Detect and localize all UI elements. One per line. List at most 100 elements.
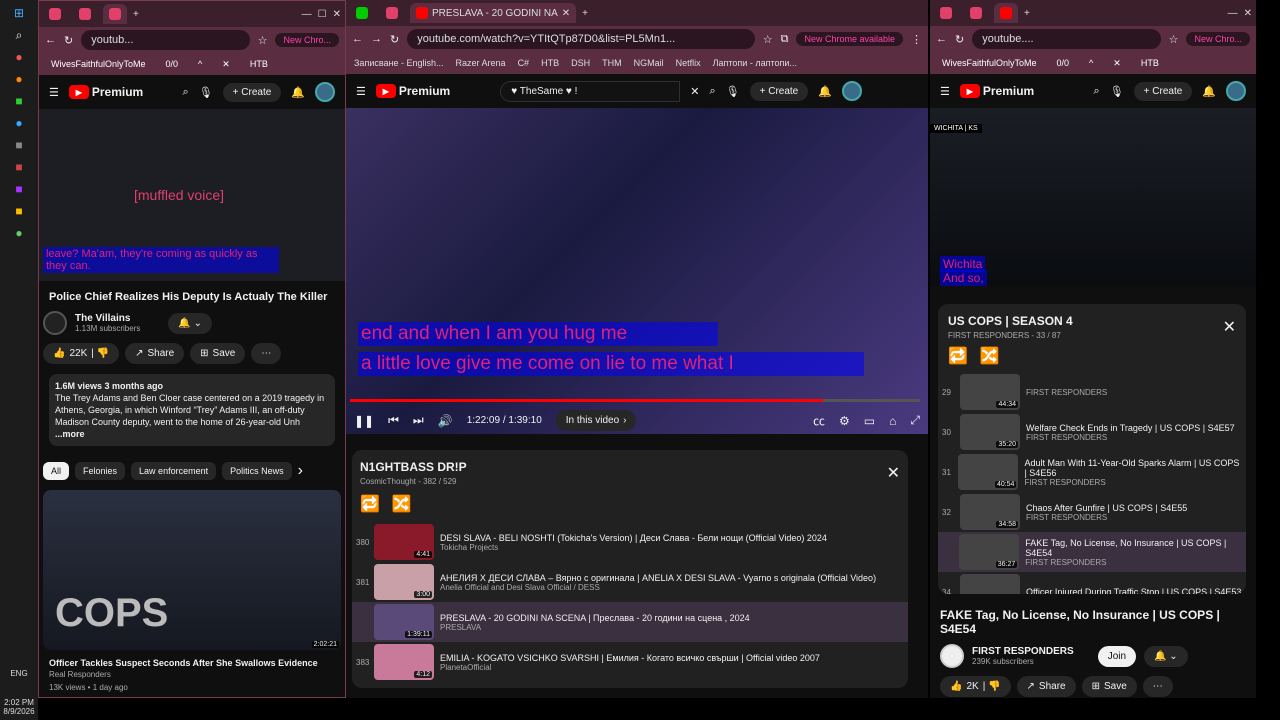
youtube-logo[interactable]: ▶ Premium bbox=[959, 84, 1034, 98]
bookmark[interactable]: Лаптопи - лаптопи... bbox=[713, 58, 797, 68]
avatar[interactable] bbox=[841, 81, 862, 101]
back-icon[interactable]: ← bbox=[352, 33, 363, 45]
playlist-item[interactable]: 1:39:11 PRESLAVA - 20 GODINI NA SCENA | П… bbox=[352, 602, 908, 642]
playlist-item[interactable]: 29 44:34 FIRST RESPONDERS bbox=[938, 372, 1246, 412]
search-icon[interactable]: ⌕ bbox=[10, 26, 28, 44]
star-icon[interactable]: ☆ bbox=[1169, 33, 1179, 46]
tab[interactable] bbox=[43, 4, 67, 24]
back-icon[interactable]: ← bbox=[936, 33, 947, 45]
bell-icon[interactable]: 🔔 bbox=[818, 85, 832, 98]
find-up-icon[interactable]: ^ bbox=[198, 59, 202, 69]
new-tab-icon[interactable]: + bbox=[133, 9, 139, 20]
chip-all[interactable]: All bbox=[43, 462, 70, 480]
find-close-icon[interactable]: ✕ bbox=[222, 59, 230, 70]
chip-law-enforcement[interactable]: Law enforcement bbox=[131, 462, 217, 480]
playlist-item[interactable]: 30 35:20 Welfare Check Ends in Tragedy | U… bbox=[938, 412, 1246, 452]
recommended-title[interactable]: Officer Tackles Suspect Seconds After Sh… bbox=[39, 658, 345, 668]
url-field[interactable]: youtube.com/watch?v=YTItQTp87D0&list=PL5… bbox=[407, 29, 755, 49]
cc-icon[interactable]: ㏄ bbox=[813, 412, 825, 429]
playlist-item-thumbnail[interactable]: 35:20 bbox=[960, 414, 1020, 450]
start-icon[interactable]: ⊞ bbox=[10, 4, 28, 22]
notification-bell-button[interactable]: 🔔 ⌄ bbox=[168, 312, 212, 334]
playlist-item-title[interactable]: Officer Injured During Traffic Stop | US… bbox=[1026, 587, 1241, 594]
star-icon[interactable]: ☆ bbox=[258, 34, 268, 47]
avatar[interactable] bbox=[315, 82, 335, 102]
share-button[interactable]: ↗ Share bbox=[1016, 676, 1076, 697]
more-button[interactable]: ⋯ bbox=[1142, 676, 1173, 697]
bookmark[interactable]: Netflix bbox=[676, 58, 701, 68]
bookmark[interactable]: HTB bbox=[541, 58, 559, 68]
new-chrome-button[interactable]: New Chro... bbox=[1186, 32, 1250, 46]
search-icon[interactable]: ⌕ bbox=[709, 85, 715, 98]
shuffle-icon[interactable]: 🔀 bbox=[980, 346, 1000, 366]
pause-icon[interactable]: ❚❚ bbox=[354, 414, 374, 428]
channel-avatar[interactable] bbox=[940, 644, 964, 668]
app-icon[interactable]: ■ bbox=[10, 92, 28, 110]
tab[interactable] bbox=[380, 3, 404, 23]
playlist-item-thumbnail[interactable]: 36:27 bbox=[959, 534, 1020, 570]
search-icon[interactable]: ⌕ bbox=[1094, 85, 1100, 98]
playlist-item-thumbnail[interactable]: 34:58 bbox=[960, 494, 1020, 530]
find-input[interactable]: WivesFaithfulOnlyToMe bbox=[942, 58, 1037, 68]
find-up-icon[interactable]: ^ bbox=[1089, 58, 1093, 68]
playlist-item[interactable]: 32 34:58 Chaos After Gunfire | US COPS | S… bbox=[938, 492, 1246, 532]
bookmark[interactable]: Razer Arena bbox=[456, 58, 506, 68]
lang-indicator[interactable]: ENG bbox=[0, 669, 38, 678]
bookmark-htb[interactable]: HTB bbox=[250, 59, 268, 69]
search-icon[interactable]: ⌕ bbox=[183, 86, 189, 99]
loop-icon[interactable]: 🔁 bbox=[360, 494, 380, 514]
back-icon[interactable]: ← bbox=[45, 34, 56, 46]
tab[interactable] bbox=[964, 3, 988, 23]
chip-politics-news[interactable]: Politics News bbox=[222, 462, 292, 480]
app-icon[interactable]: ■ bbox=[10, 202, 28, 220]
bookmark[interactable]: NGMail bbox=[634, 58, 664, 68]
playlist-item-title[interactable]: Chaos After Gunfire | US COPS | S4E55 bbox=[1026, 503, 1187, 513]
youtube-logo[interactable]: ▶ Premium bbox=[68, 85, 143, 99]
save-button[interactable]: ⊞ Save bbox=[190, 343, 246, 364]
minimize-icon[interactable]: — bbox=[302, 9, 312, 20]
menu-icon[interactable]: ☰ bbox=[49, 86, 59, 99]
create-button[interactable]: + Create bbox=[1133, 81, 1193, 101]
join-button[interactable]: Join bbox=[1097, 645, 1137, 667]
edge-icon[interactable]: ● bbox=[10, 114, 28, 132]
bookmark[interactable]: DSH bbox=[571, 58, 590, 68]
tab[interactable] bbox=[350, 3, 374, 23]
bookmark[interactable]: Записване - English... bbox=[354, 58, 444, 68]
playlist-item[interactable]: 383 4:12 EMILIA - KOGATO VSICHKO SVARSHI |… bbox=[352, 642, 908, 682]
clock-date[interactable]: 8/9/2026 bbox=[0, 707, 38, 716]
previous-icon[interactable]: ⏮ bbox=[388, 413, 399, 428]
playlist-item[interactable]: 36:27 FAKE Tag, No License, No Insurance … bbox=[938, 532, 1246, 572]
playlist-item-thumbnail[interactable]: 3:00 bbox=[374, 564, 434, 600]
menu-icon[interactable]: ☰ bbox=[356, 85, 366, 98]
create-button[interactable]: + Create bbox=[749, 81, 809, 101]
cast-icon[interactable]: ⌂ bbox=[889, 414, 896, 428]
firefox-icon[interactable]: ● bbox=[10, 70, 28, 88]
volume-icon[interactable]: 🔊 bbox=[438, 414, 453, 428]
playlist-item[interactable]: 31 40:54 Adult Man With 11-Year-Old Sparks… bbox=[938, 452, 1246, 492]
more-button[interactable]: ⋯ bbox=[251, 343, 282, 364]
create-button[interactable]: + Create bbox=[222, 82, 282, 102]
save-button[interactable]: ⊞ Save bbox=[1081, 676, 1137, 697]
channel-avatar[interactable] bbox=[43, 311, 67, 335]
close-icon[interactable]: ✕ bbox=[333, 9, 341, 20]
playlist-item-title[interactable]: EMILIA - KOGATO VSICHKO SVARSHI | Емилия… bbox=[440, 653, 820, 663]
clear-search-icon[interactable]: ✕ bbox=[690, 85, 699, 98]
like-button[interactable]: 👍 22K | 👎 bbox=[43, 343, 120, 364]
app-icon[interactable]: ■ bbox=[10, 158, 28, 176]
playlist-item-thumbnail[interactable]: 4:41 bbox=[374, 524, 434, 560]
playlist-item[interactable]: 380 4:41 DESI SLAVA - BELI NOSHTI (Tokicha… bbox=[352, 522, 908, 562]
url-field[interactable]: youtub... bbox=[81, 30, 250, 50]
next-icon[interactable]: ⏭ bbox=[413, 413, 424, 428]
new-tab-icon[interactable]: + bbox=[1024, 8, 1030, 19]
share-button[interactable]: ↗ Share bbox=[125, 343, 185, 364]
reload-icon[interactable]: ↻ bbox=[955, 33, 964, 46]
tab[interactable] bbox=[934, 3, 958, 23]
fullscreen-icon[interactable]: ⤢ bbox=[910, 413, 920, 428]
app-icon[interactable]: ● bbox=[10, 224, 28, 242]
progress-bar[interactable] bbox=[350, 399, 920, 402]
reload-icon[interactable]: ↻ bbox=[390, 33, 399, 46]
url-field[interactable]: youtube.... bbox=[972, 29, 1161, 49]
avatar[interactable] bbox=[1226, 81, 1246, 101]
tab-active[interactable]: PRESLAVA - 20 GODINI NA ✕ bbox=[410, 3, 577, 23]
bell-icon[interactable]: 🔔 bbox=[291, 86, 305, 99]
